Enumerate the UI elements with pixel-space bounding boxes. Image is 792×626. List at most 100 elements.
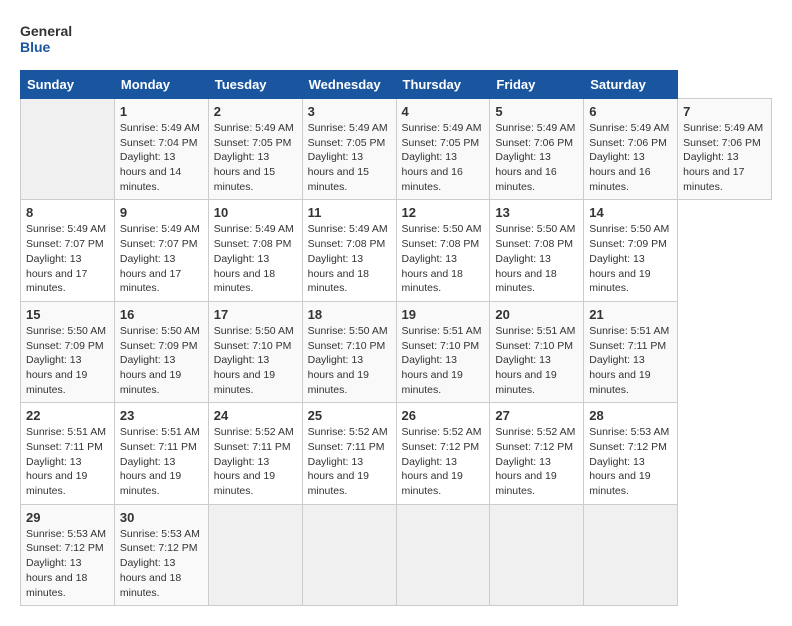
- day-info: Sunrise: 5:52 AMSunset: 7:11 PMDaylight:…: [308, 425, 391, 498]
- day-info: Sunrise: 5:49 AMSunset: 7:05 PMDaylight:…: [308, 121, 391, 194]
- day-info: Sunrise: 5:51 AMSunset: 7:10 PMDaylight:…: [402, 324, 485, 397]
- day-number: 10: [214, 205, 297, 220]
- day-number: 5: [495, 104, 578, 119]
- calendar-cell: 12 Sunrise: 5:50 AMSunset: 7:08 PMDaylig…: [396, 200, 490, 301]
- day-info: Sunrise: 5:49 AMSunset: 7:05 PMDaylight:…: [214, 121, 297, 194]
- calendar-cell: 7 Sunrise: 5:49 AMSunset: 7:06 PMDayligh…: [678, 99, 772, 200]
- header-cell-sunday: Sunday: [21, 71, 115, 99]
- day-number: 17: [214, 307, 297, 322]
- svg-text:Blue: Blue: [20, 39, 51, 55]
- week-row-1: 1 Sunrise: 5:49 AMSunset: 7:04 PMDayligh…: [21, 99, 772, 200]
- day-info: Sunrise: 5:49 AMSunset: 7:04 PMDaylight:…: [120, 121, 203, 194]
- calendar-cell: 1 Sunrise: 5:49 AMSunset: 7:04 PMDayligh…: [114, 99, 208, 200]
- day-info: Sunrise: 5:49 AMSunset: 7:06 PMDaylight:…: [683, 121, 766, 194]
- week-row-3: 15 Sunrise: 5:50 AMSunset: 7:09 PMDaylig…: [21, 301, 772, 402]
- day-number: 19: [402, 307, 485, 322]
- day-info: Sunrise: 5:51 AMSunset: 7:11 PMDaylight:…: [26, 425, 109, 498]
- day-number: 24: [214, 408, 297, 423]
- calendar-body: 1 Sunrise: 5:49 AMSunset: 7:04 PMDayligh…: [21, 99, 772, 606]
- day-info: Sunrise: 5:53 AMSunset: 7:12 PMDaylight:…: [120, 527, 203, 600]
- calendar-table: SundayMondayTuesdayWednesdayThursdayFrid…: [20, 70, 772, 606]
- day-info: Sunrise: 5:49 AMSunset: 7:06 PMDaylight:…: [495, 121, 578, 194]
- calendar-cell: 13 Sunrise: 5:50 AMSunset: 7:08 PMDaylig…: [490, 200, 584, 301]
- day-number: 25: [308, 408, 391, 423]
- calendar-cell: 8 Sunrise: 5:49 AMSunset: 7:07 PMDayligh…: [21, 200, 115, 301]
- calendar-cell: 19 Sunrise: 5:51 AMSunset: 7:10 PMDaylig…: [396, 301, 490, 402]
- day-number: 16: [120, 307, 203, 322]
- day-number: 9: [120, 205, 203, 220]
- calendar-cell: 22 Sunrise: 5:51 AMSunset: 7:11 PMDaylig…: [21, 403, 115, 504]
- day-number: 30: [120, 510, 203, 525]
- day-info: Sunrise: 5:49 AMSunset: 7:06 PMDaylight:…: [589, 121, 672, 194]
- calendar-cell: 10 Sunrise: 5:49 AMSunset: 7:08 PMDaylig…: [208, 200, 302, 301]
- logo-svg: General Blue: [20, 20, 100, 60]
- calendar-cell: [21, 99, 115, 200]
- day-number: 7: [683, 104, 766, 119]
- header-cell-thursday: Thursday: [396, 71, 490, 99]
- day-number: 28: [589, 408, 672, 423]
- day-number: 20: [495, 307, 578, 322]
- day-info: Sunrise: 5:50 AMSunset: 7:08 PMDaylight:…: [495, 222, 578, 295]
- calendar-cell: 18 Sunrise: 5:50 AMSunset: 7:10 PMDaylig…: [302, 301, 396, 402]
- calendar-cell: 24 Sunrise: 5:52 AMSunset: 7:11 PMDaylig…: [208, 403, 302, 504]
- day-info: Sunrise: 5:49 AMSunset: 7:08 PMDaylight:…: [308, 222, 391, 295]
- day-info: Sunrise: 5:51 AMSunset: 7:10 PMDaylight:…: [495, 324, 578, 397]
- logo: General Blue: [20, 20, 100, 60]
- calendar-cell: 28 Sunrise: 5:53 AMSunset: 7:12 PMDaylig…: [584, 403, 678, 504]
- day-number: 6: [589, 104, 672, 119]
- day-number: 1: [120, 104, 203, 119]
- day-info: Sunrise: 5:50 AMSunset: 7:10 PMDaylight:…: [308, 324, 391, 397]
- day-number: 22: [26, 408, 109, 423]
- day-info: Sunrise: 5:50 AMSunset: 7:08 PMDaylight:…: [402, 222, 485, 295]
- calendar-cell: 3 Sunrise: 5:49 AMSunset: 7:05 PMDayligh…: [302, 99, 396, 200]
- calendar-cell: 17 Sunrise: 5:50 AMSunset: 7:10 PMDaylig…: [208, 301, 302, 402]
- day-info: Sunrise: 5:52 AMSunset: 7:11 PMDaylight:…: [214, 425, 297, 498]
- header-cell-saturday: Saturday: [584, 71, 678, 99]
- header-cell-tuesday: Tuesday: [208, 71, 302, 99]
- day-number: 2: [214, 104, 297, 119]
- week-row-4: 22 Sunrise: 5:51 AMSunset: 7:11 PMDaylig…: [21, 403, 772, 504]
- week-row-2: 8 Sunrise: 5:49 AMSunset: 7:07 PMDayligh…: [21, 200, 772, 301]
- day-info: Sunrise: 5:51 AMSunset: 7:11 PMDaylight:…: [589, 324, 672, 397]
- day-number: 15: [26, 307, 109, 322]
- day-info: Sunrise: 5:50 AMSunset: 7:10 PMDaylight:…: [214, 324, 297, 397]
- day-info: Sunrise: 5:49 AMSunset: 7:07 PMDaylight:…: [120, 222, 203, 295]
- day-number: 21: [589, 307, 672, 322]
- calendar-cell: 29 Sunrise: 5:53 AMSunset: 7:12 PMDaylig…: [21, 504, 115, 605]
- week-row-5: 29 Sunrise: 5:53 AMSunset: 7:12 PMDaylig…: [21, 504, 772, 605]
- day-number: 26: [402, 408, 485, 423]
- calendar-cell: 11 Sunrise: 5:49 AMSunset: 7:08 PMDaylig…: [302, 200, 396, 301]
- calendar-cell: [584, 504, 678, 605]
- day-number: 18: [308, 307, 391, 322]
- day-info: Sunrise: 5:53 AMSunset: 7:12 PMDaylight:…: [26, 527, 109, 600]
- calendar-cell: 23 Sunrise: 5:51 AMSunset: 7:11 PMDaylig…: [114, 403, 208, 504]
- calendar-header: SundayMondayTuesdayWednesdayThursdayFrid…: [21, 71, 772, 99]
- day-info: Sunrise: 5:52 AMSunset: 7:12 PMDaylight:…: [495, 425, 578, 498]
- day-info: Sunrise: 5:53 AMSunset: 7:12 PMDaylight:…: [589, 425, 672, 498]
- calendar-cell: 2 Sunrise: 5:49 AMSunset: 7:05 PMDayligh…: [208, 99, 302, 200]
- day-info: Sunrise: 5:50 AMSunset: 7:09 PMDaylight:…: [589, 222, 672, 295]
- calendar-cell: 9 Sunrise: 5:49 AMSunset: 7:07 PMDayligh…: [114, 200, 208, 301]
- header-row: SundayMondayTuesdayWednesdayThursdayFrid…: [21, 71, 772, 99]
- calendar-cell: 20 Sunrise: 5:51 AMSunset: 7:10 PMDaylig…: [490, 301, 584, 402]
- day-info: Sunrise: 5:52 AMSunset: 7:12 PMDaylight:…: [402, 425, 485, 498]
- calendar-cell: 14 Sunrise: 5:50 AMSunset: 7:09 PMDaylig…: [584, 200, 678, 301]
- calendar-cell: 26 Sunrise: 5:52 AMSunset: 7:12 PMDaylig…: [396, 403, 490, 504]
- header-cell-monday: Monday: [114, 71, 208, 99]
- day-number: 11: [308, 205, 391, 220]
- calendar-cell: 30 Sunrise: 5:53 AMSunset: 7:12 PMDaylig…: [114, 504, 208, 605]
- calendar-cell: 27 Sunrise: 5:52 AMSunset: 7:12 PMDaylig…: [490, 403, 584, 504]
- calendar-cell: [302, 504, 396, 605]
- day-info: Sunrise: 5:51 AMSunset: 7:11 PMDaylight:…: [120, 425, 203, 498]
- day-number: 8: [26, 205, 109, 220]
- day-number: 13: [495, 205, 578, 220]
- day-number: 23: [120, 408, 203, 423]
- day-info: Sunrise: 5:49 AMSunset: 7:08 PMDaylight:…: [214, 222, 297, 295]
- calendar-cell: 4 Sunrise: 5:49 AMSunset: 7:05 PMDayligh…: [396, 99, 490, 200]
- calendar-cell: 15 Sunrise: 5:50 AMSunset: 7:09 PMDaylig…: [21, 301, 115, 402]
- day-number: 29: [26, 510, 109, 525]
- calendar-cell: 5 Sunrise: 5:49 AMSunset: 7:06 PMDayligh…: [490, 99, 584, 200]
- day-number: 27: [495, 408, 578, 423]
- calendar-cell: [208, 504, 302, 605]
- calendar-cell: 21 Sunrise: 5:51 AMSunset: 7:11 PMDaylig…: [584, 301, 678, 402]
